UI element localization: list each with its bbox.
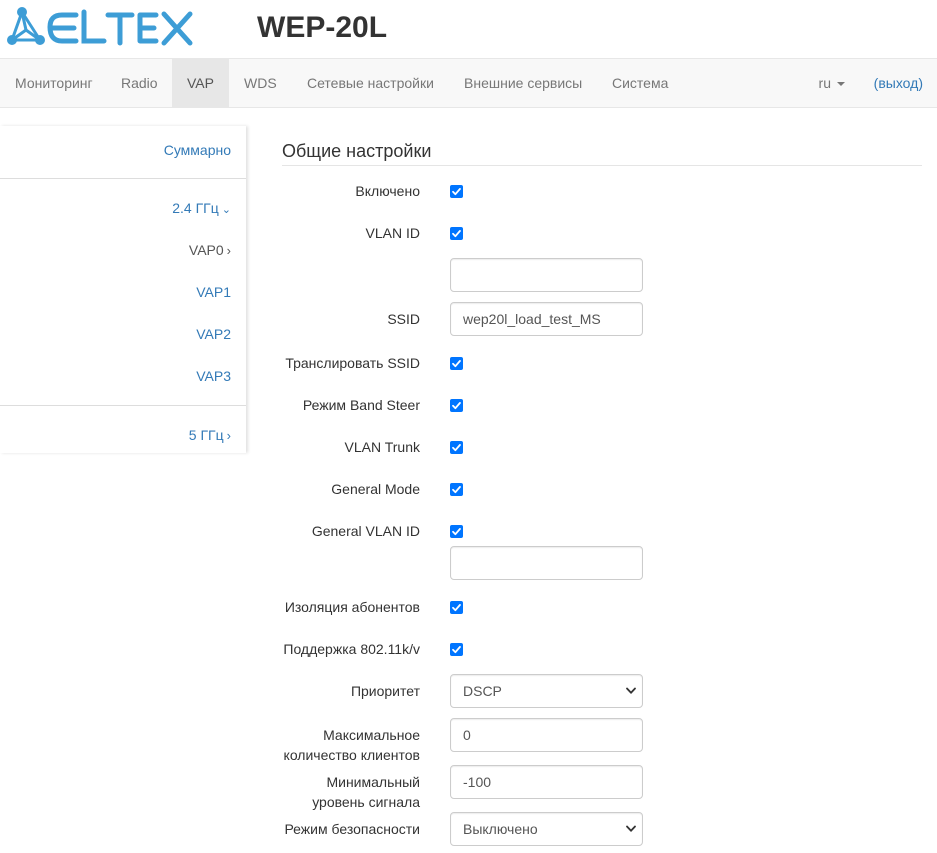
sidebar-item-label: VAP0 [188,242,224,258]
nav-item-monitoring[interactable]: Мониторинг [0,59,108,107]
enabled-checkbox[interactable] [450,185,463,198]
chevron-down-icon: ⌄ [221,204,231,216]
caret-down-icon [837,82,845,87]
min-signal-label-line2: уровень сигнала [312,794,420,810]
general-mode-checkbox[interactable] [450,483,463,496]
vlan-id-label: VLAN ID [365,225,420,241]
check-icon [452,646,461,654]
sidebar-item-vap2[interactable]: VAP2 [196,324,231,344]
enabled-label: Включено [355,183,420,199]
band-steer-checkbox[interactable] [450,399,463,412]
sidebar-item-vap1[interactable]: VAP1 [196,282,231,302]
sidebar-item-label: 2.4 ГГц [172,200,219,216]
max-clients-label-line2: количество клиентов [283,747,420,763]
check-icon [452,360,461,368]
priority-select-value: DSCP [463,683,502,699]
general-vlan-id-checkbox[interactable] [450,525,463,538]
header: WEP-20L [0,0,937,58]
nav-item-wds[interactable]: WDS [229,59,292,107]
sidebar: Суммарно 2.4 ГГц ⌄ VAP0 › VAP1 VAP2 VAP3 5… [0,126,246,453]
check-icon [452,444,461,452]
band-steer-label: Режим Band Steer [302,397,420,413]
min-signal-input[interactable]: -100 [450,765,643,799]
language-selector[interactable]: ru [819,59,845,107]
station-isolation-label: Изоляция абонентов [284,599,420,615]
broadcast-ssid-checkbox[interactable] [450,357,463,370]
chevron-right-icon: › [226,243,231,258]
check-icon [452,230,461,238]
sidebar-divider [0,405,246,406]
language-label: ru [818,75,831,91]
section-title-general-settings: Общие настройки [282,140,922,166]
sidebar-item-band-5[interactable]: 5 ГГц › [189,425,231,445]
vlan-trunk-label: VLAN Trunk [344,439,420,455]
sidebar-item-summary[interactable]: Суммарно [164,140,231,160]
max-clients-label-line1: Максимальное [323,727,420,743]
vlan-id-input[interactable] [450,258,643,292]
general-vlan-id-label: General VLAN ID [311,523,420,539]
nav-item-vap[interactable]: VAP [172,59,229,107]
max-clients-input[interactable]: 0 [450,718,643,752]
kv-support-label: Поддержка 802.11k/v [283,641,420,657]
sidebar-divider [0,178,246,179]
vlan-id-checkbox[interactable] [450,227,463,240]
nav-item-external-services[interactable]: Внешние сервисы [449,59,597,107]
chevron-down-icon [626,825,636,832]
nav-item-network-settings[interactable]: Сетевые настройки [292,59,449,107]
general-mode-label: General Mode [331,481,420,497]
priority-select[interactable]: DSCP [450,674,643,708]
ssid-input[interactable]: wep20l_load_test_MS [450,302,643,336]
sidebar-item-vap3[interactable]: VAP3 [196,366,231,386]
check-icon [452,604,461,612]
sidebar-item-label: 5 ГГц [188,427,224,443]
check-icon [452,188,461,196]
security-mode-select-value: Выключено [463,821,538,837]
broadcast-ssid-label: Транслировать SSID [285,355,420,371]
station-isolation-checkbox[interactable] [450,601,463,614]
check-icon [452,528,461,536]
min-signal-label-line1: Минимальный [326,774,420,790]
priority-label: Приоритет [350,683,420,699]
eltex-logo[interactable] [4,6,204,48]
device-model-title: WEP-20L [257,11,388,44]
nav-item-radio[interactable]: Radio [106,59,173,107]
ssid-label: SSID [387,311,420,327]
kv-support-checkbox[interactable] [450,643,463,656]
chevron-down-icon [626,687,636,694]
nav-item-system[interactable]: Система [597,59,683,107]
check-icon [452,402,461,410]
chevron-right-icon: › [226,428,231,443]
security-mode-select[interactable]: Выключено [450,812,643,846]
main-navbar: Мониторинг Radio VAP WDS Сетевые настрой… [0,58,937,108]
security-mode-label: Режим безопасности [284,821,420,837]
logout-link[interactable]: (выход) [874,59,923,107]
vlan-trunk-checkbox[interactable] [450,441,463,454]
sidebar-item-vap0[interactable]: VAP0 › [189,240,231,260]
general-vlan-id-input[interactable] [450,546,643,580]
sidebar-item-band-24[interactable]: 2.4 ГГц ⌄ [172,198,231,218]
check-icon [452,486,461,494]
